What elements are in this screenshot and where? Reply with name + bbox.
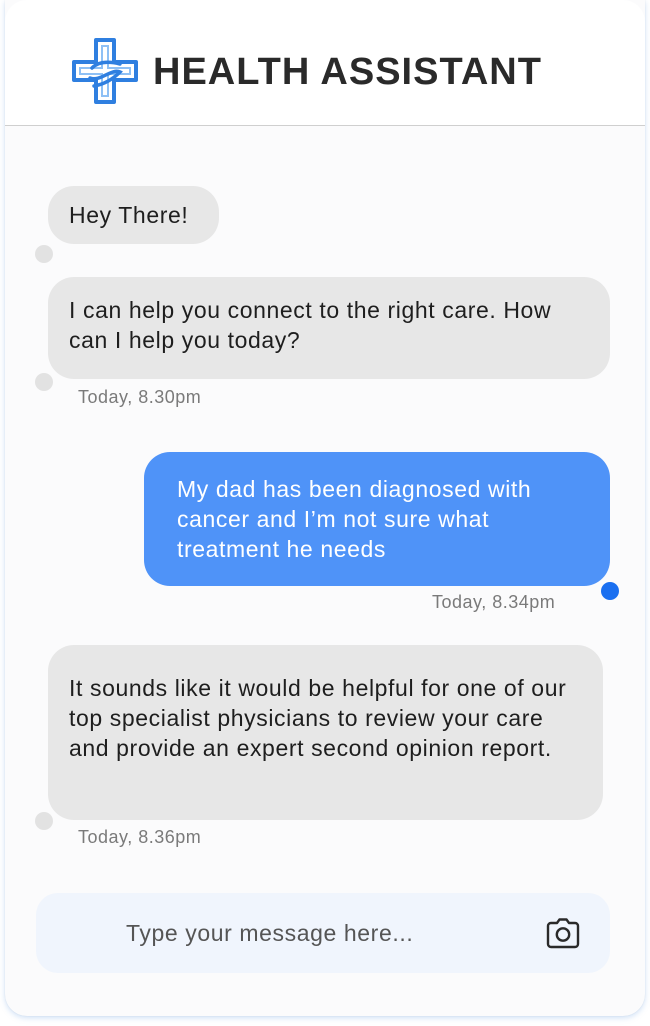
camera-icon[interactable] — [546, 916, 580, 950]
medical-cross-icon — [72, 38, 138, 104]
message-composer — [36, 893, 610, 973]
user-message: My dad has been diagnosed with cancer an… — [144, 452, 610, 586]
message-input[interactable] — [126, 913, 506, 953]
message-text: I can help you connect to the right care… — [69, 297, 552, 353]
bot-indicator-dot — [35, 245, 53, 263]
message-timestamp: Today, 8.36pm — [78, 827, 202, 847]
app-title: HEALTH ASSISTANT — [153, 51, 542, 93]
message-text: My dad has been diagnosed with cancer an… — [177, 476, 532, 562]
message-timestamp: Today, 8.34pm — [432, 592, 556, 612]
chat-header: HEALTH ASSISTANT — [5, 0, 645, 126]
user-indicator-dot — [601, 582, 619, 600]
message-timestamp: Today, 8.30pm — [78, 387, 202, 407]
bot-message: I can help you connect to the right care… — [48, 277, 610, 379]
bot-indicator-dot — [35, 373, 53, 391]
message-text: Hey There! — [69, 202, 189, 228]
bot-message: Hey There! — [48, 186, 219, 244]
bot-indicator-dot — [35, 812, 53, 830]
chat-window: HEALTH ASSISTANT Hey There! I can help y… — [5, 0, 645, 1016]
message-text: It sounds like it would be helpful for o… — [69, 675, 567, 761]
bot-message: It sounds like it would be helpful for o… — [48, 645, 603, 820]
